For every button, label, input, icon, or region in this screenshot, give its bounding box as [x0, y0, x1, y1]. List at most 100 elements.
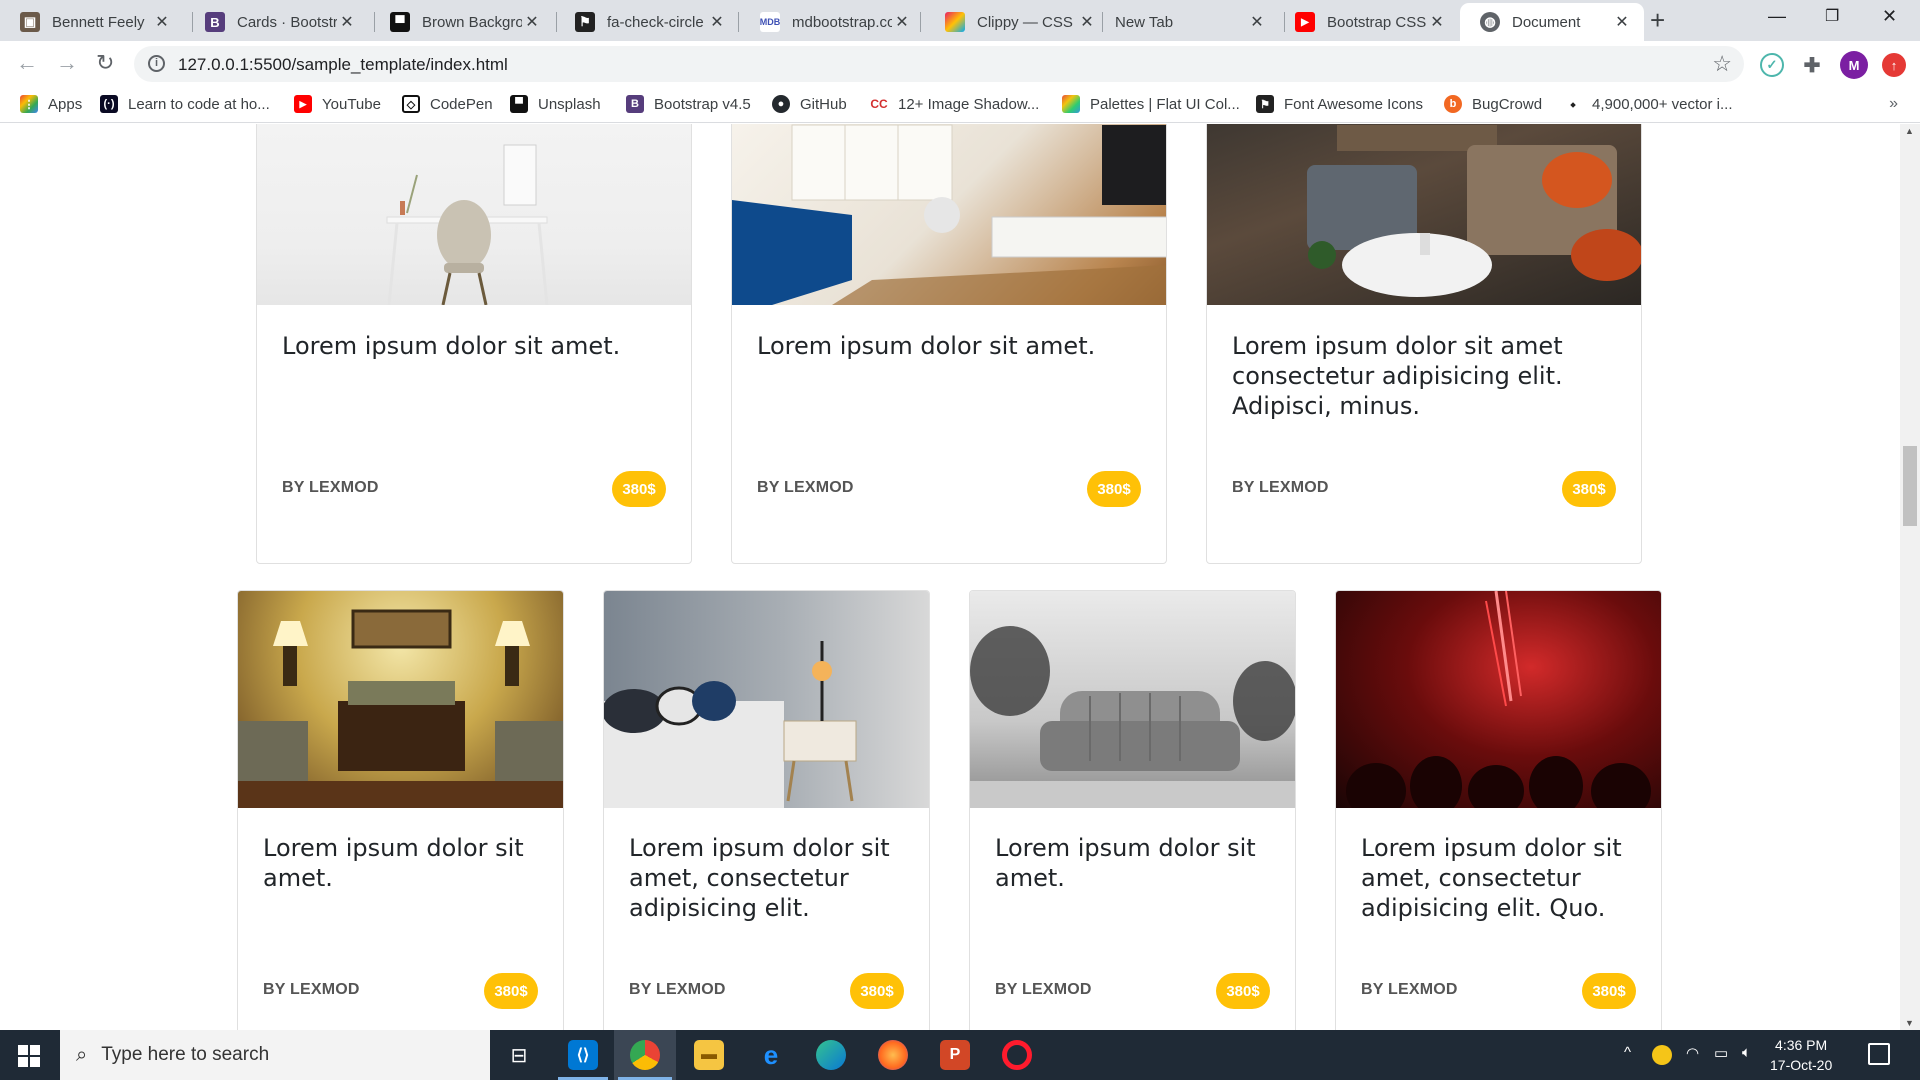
tray-overflow-icon[interactable]: ^ — [1624, 1044, 1631, 1061]
task-view-icon[interactable]: ⊟ — [504, 1040, 534, 1070]
price-badge[interactable]: 380$ — [484, 973, 538, 1009]
bookmark-item[interactable]: b BugCrowd — [1444, 95, 1542, 113]
vscode-icon[interactable]: ⟨⟩ — [568, 1040, 598, 1070]
product-card[interactable]: Lorem ipsum dolor sit amet. BY LEXMOD 38… — [256, 124, 692, 564]
extension-shield-icon[interactable]: ✓ — [1760, 53, 1784, 77]
forward-icon[interactable]: → — [56, 52, 78, 74]
close-tab-icon[interactable]: ✕ — [707, 12, 727, 32]
windows-taskbar: ⌕ Type here to search ⊟ ⟨⟩ ▬ e P ^ ◠ ▭ 🔈… — [0, 1030, 1920, 1080]
bookmark-star-icon[interactable]: ☆ — [1712, 51, 1732, 77]
edge-icon[interactable] — [816, 1040, 846, 1070]
minimize-icon[interactable]: — — [1768, 6, 1786, 27]
unsplash-icon: ▀ — [510, 95, 528, 113]
product-card[interactable]: Lorem ipsum dolor sit amet, consectetur … — [603, 590, 930, 1030]
bookmark-item[interactable]: ⚑ Font Awesome Icons — [1256, 95, 1423, 113]
close-tab-icon[interactable]: ✕ — [1077, 12, 1097, 32]
tab-title: fa-check-circle — [607, 13, 704, 31]
price-badge[interactable]: 380$ — [1582, 973, 1636, 1009]
profile-avatar[interactable]: M — [1840, 51, 1868, 79]
opera-icon[interactable] — [1002, 1040, 1032, 1070]
product-card[interactable]: Lorem ipsum dolor sit amet. BY LEXMOD 38… — [731, 124, 1167, 564]
bookmark-item[interactable]: ⋮ Apps — [20, 95, 82, 113]
card-author: BY LEXMOD — [995, 981, 1092, 998]
reload-icon[interactable]: ↻ — [96, 52, 114, 74]
file-explorer-icon[interactable]: ▬ — [694, 1040, 724, 1070]
scrollbar-thumb[interactable] — [1903, 446, 1917, 526]
card-image-grey-sofa — [970, 591, 1295, 808]
windows-start-icon[interactable] — [18, 1045, 40, 1067]
edge-legacy-icon[interactable]: e — [756, 1040, 786, 1070]
product-card[interactable]: Lorem ipsum dolor sit amet, consectetur … — [1335, 590, 1662, 1030]
browser-tab[interactable]: B Cards · Bootstra ✕ — [185, 3, 369, 41]
price-badge[interactable]: 380$ — [612, 471, 666, 507]
bugcrowd-icon: b — [1444, 95, 1462, 113]
bookmark-item[interactable]: CC 12+ Image Shadow... — [870, 95, 1039, 113]
close-window-icon[interactable]: ✕ — [1882, 6, 1897, 27]
close-tab-icon[interactable]: ✕ — [1612, 12, 1632, 32]
bookmark-label: 12+ Image Shadow... — [898, 95, 1040, 113]
wifi-icon[interactable]: ◠ — [1686, 1044, 1699, 1062]
extensions-puzzle-icon[interactable]: ✚ — [1800, 53, 1824, 77]
norton-icon[interactable] — [1652, 1045, 1672, 1065]
taskbar-clock[interactable]: 4:36 PM 17-Oct-20 — [1770, 1035, 1832, 1075]
volume-icon[interactable]: 🔈︎ — [1742, 1044, 1751, 1061]
bookmark-label: GitHub — [800, 95, 847, 113]
page-scrollbar[interactable]: ▲ ▼ — [1900, 124, 1920, 1030]
product-card[interactable]: Lorem ipsum dolor sit amet. BY LEXMOD 38… — [969, 590, 1296, 1030]
update-alert-icon[interactable]: ↑ — [1882, 53, 1906, 77]
close-tab-icon[interactable]: ✕ — [337, 12, 357, 32]
close-tab-icon[interactable]: ✕ — [152, 12, 172, 32]
bookmark-label: YouTube — [322, 95, 381, 113]
battery-icon[interactable]: ▭ — [1714, 1044, 1728, 1062]
address-bar[interactable]: i 127.0.0.1:5500/sample_template/index.h… — [134, 46, 1744, 82]
browser-tab[interactable]: New Tab ✕ — [1095, 3, 1279, 41]
bookmarks-overflow-icon[interactable]: » — [1889, 95, 1898, 113]
price-badge[interactable]: 380$ — [850, 973, 904, 1009]
close-tab-icon[interactable]: ✕ — [1247, 12, 1267, 32]
bookmark-item[interactable]: ▀ Unsplash — [510, 95, 601, 113]
bookmark-item[interactable]: (·) Learn to code at ho... — [100, 95, 270, 113]
close-tab-icon[interactable]: ✕ — [522, 12, 542, 32]
browser-tab[interactable]: ▶ Bootstrap CSS ✕ — [1275, 3, 1459, 41]
taskbar-search[interactable]: ⌕ Type here to search — [60, 1030, 490, 1080]
close-tab-icon[interactable]: ✕ — [892, 12, 912, 32]
powerpoint-icon[interactable]: P — [940, 1040, 970, 1070]
browser-tab[interactable]: Clippy — CSS c ✕ — [925, 3, 1109, 41]
browser-tab-active[interactable]: ◍ Document ✕ — [1460, 3, 1644, 41]
living-room-illustration — [732, 124, 1166, 305]
bookmark-item[interactable]: ⬩ 4,900,000+ vector i... — [1564, 95, 1733, 113]
browser-tab[interactable]: ▣ Bennett Feely ✕ — [0, 3, 184, 41]
browser-tab[interactable]: MDB mdbootstrap.co ✕ — [740, 3, 924, 41]
apps-grid-icon: ⋮ — [20, 95, 38, 113]
card-title: Lorem ipsum dolor sit amet. — [263, 834, 524, 892]
site-info-icon[interactable]: i — [148, 55, 165, 72]
clock-time: 4:36 PM — [1775, 1037, 1828, 1053]
price-badge[interactable]: 380$ — [1087, 471, 1141, 507]
notifications-icon[interactable] — [1868, 1043, 1890, 1065]
bootstrap-icon: B — [205, 12, 225, 32]
back-icon[interactable]: ← — [16, 52, 38, 74]
bookmark-label: Apps — [48, 95, 83, 113]
bookmark-item[interactable]: Palettes | Flat UI Col... — [1062, 95, 1240, 113]
close-tab-icon[interactable]: ✕ — [1427, 12, 1447, 32]
chrome-icon[interactable] — [630, 1040, 660, 1070]
price-badge[interactable]: 380$ — [1216, 973, 1270, 1009]
card-image-lounge — [1207, 124, 1641, 305]
product-card[interactable]: Lorem ipsum dolor sit amet consectetur a… — [1206, 124, 1642, 564]
url-text[interactable]: 127.0.0.1:5500/sample_template/index.htm… — [178, 55, 508, 75]
bookmark-item[interactable]: ▶ YouTube — [294, 95, 381, 113]
card-title: Lorem ipsum dolor sit amet. — [282, 332, 621, 360]
scroll-down-icon[interactable]: ▼ — [1905, 1018, 1914, 1028]
bookmark-item[interactable]: ● GitHub — [772, 95, 847, 113]
new-tab-button[interactable]: + — [1650, 7, 1665, 33]
restore-icon[interactable]: ❐ — [1825, 6, 1839, 26]
browser-tab[interactable]: ▀ Brown Backgro ✕ — [370, 3, 554, 41]
bookmark-item[interactable]: B Bootstrap v4.5 — [626, 95, 751, 113]
firefox-icon[interactable] — [878, 1040, 908, 1070]
product-card[interactable]: Lorem ipsum dolor sit amet. BY LEXMOD 38… — [237, 590, 564, 1030]
browser-tab[interactable]: ⚑ fa-check-circle ✕ — [555, 3, 739, 41]
price-badge[interactable]: 380$ — [1562, 471, 1616, 507]
scroll-up-icon[interactable]: ▲ — [1905, 126, 1914, 136]
card-author: BY LEXMOD — [629, 981, 726, 998]
bookmark-item[interactable]: ◇ CodePen — [402, 95, 493, 113]
